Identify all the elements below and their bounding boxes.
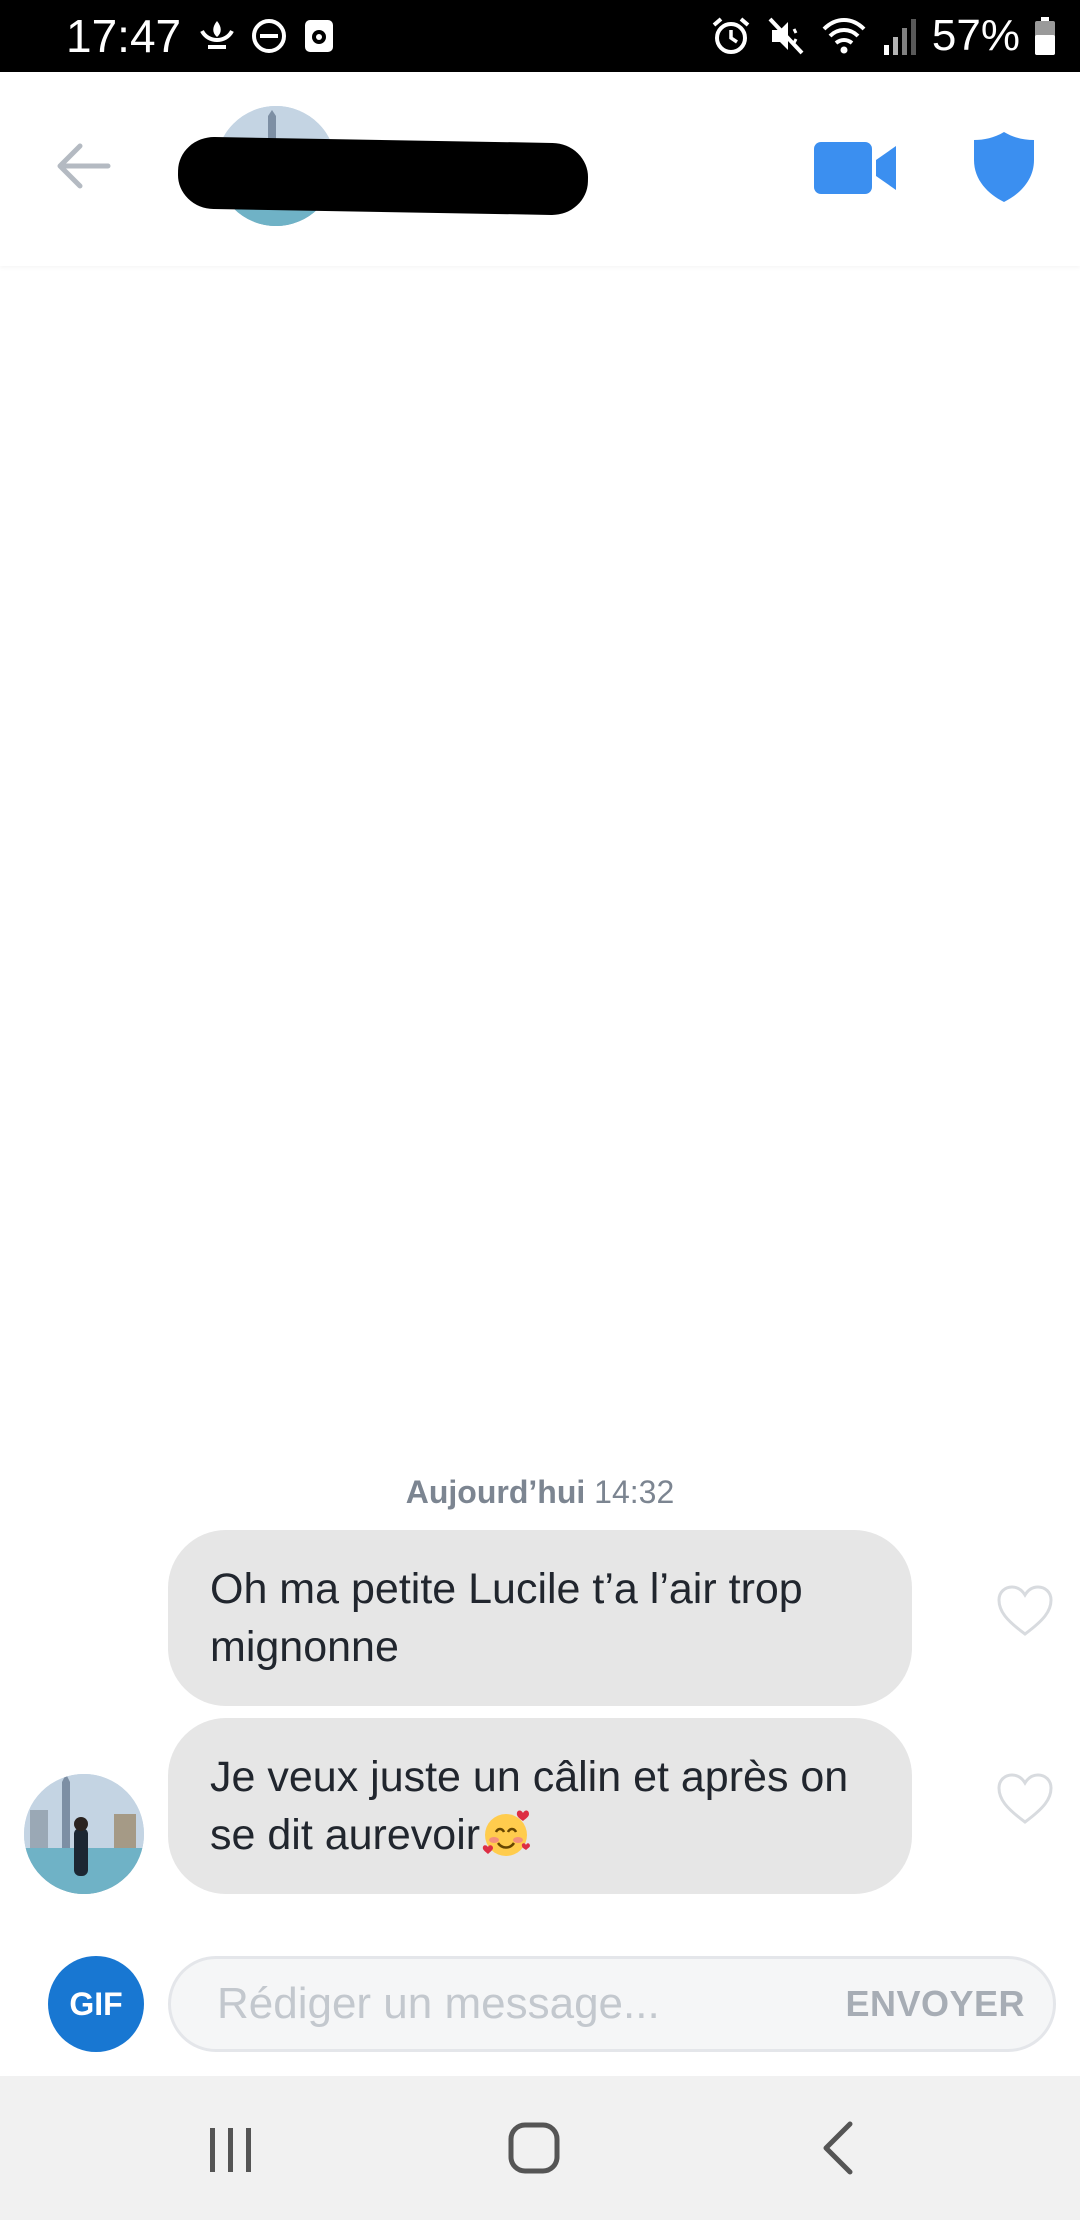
video-camera-icon bbox=[814, 142, 896, 194]
message-bubble[interactable]: Oh ma petite Lucile t’a l’air trop migno… bbox=[168, 1530, 912, 1706]
message-bubble[interactable]: Je veux juste un câlin et après on se di… bbox=[168, 1718, 912, 1894]
message-input-placeholder: Rédiger un message... bbox=[217, 1979, 660, 2028]
like-message-button[interactable] bbox=[996, 1584, 1054, 1638]
send-button[interactable]: ENVOYER bbox=[845, 1959, 1025, 2049]
safety-toolkit-button[interactable] bbox=[972, 130, 1036, 204]
like-message-button[interactable] bbox=[996, 1772, 1054, 1826]
conversation-timestamp: Aujourd’hui 14:32 bbox=[0, 1474, 1080, 1511]
back-button[interactable] bbox=[54, 136, 114, 196]
status-bar: 17:47 57% bbox=[0, 0, 1080, 72]
do-not-disturb-icon bbox=[252, 19, 286, 53]
avatar-photo bbox=[24, 1774, 144, 1894]
back-icon bbox=[823, 2121, 853, 2175]
alarm-icon bbox=[712, 17, 750, 54]
arrow-left-icon bbox=[57, 143, 111, 189]
smiling-face-with-hearts-emoji bbox=[482, 1810, 531, 1856]
gif-button[interactable]: GIF bbox=[48, 1956, 144, 2052]
battery-icon bbox=[1035, 17, 1055, 55]
name-redaction bbox=[177, 136, 589, 216]
status-left-icons bbox=[198, 16, 336, 56]
wifi-icon bbox=[822, 18, 866, 54]
battery-percentage: 57% bbox=[931, 11, 1020, 60]
heart-outline-icon bbox=[997, 1773, 1053, 1824]
shield-icon bbox=[974, 132, 1034, 202]
signal-icon bbox=[883, 19, 916, 55]
message-input[interactable]: Rédiger un message... ENVOYER bbox=[168, 1956, 1056, 2052]
timestamp-time: 14:32 bbox=[594, 1474, 675, 1510]
recents-icon bbox=[210, 2128, 251, 2172]
timestamp-day: Aujourd’hui bbox=[405, 1474, 586, 1510]
chat-screen: 17:47 57% Aujourd’hui 14:32 Oh ma petite… bbox=[0, 0, 1080, 2220]
recents-button[interactable] bbox=[206, 2126, 256, 2174]
screenshot-icon bbox=[305, 20, 333, 52]
home-button[interactable] bbox=[508, 2122, 560, 2174]
status-right-icons: 57% bbox=[710, 10, 1056, 62]
status-time: 17:47 bbox=[66, 10, 182, 62]
mute-icon bbox=[768, 17, 804, 55]
home-icon bbox=[508, 2122, 560, 2174]
video-call-button[interactable] bbox=[812, 134, 898, 202]
system-navigation-bar bbox=[0, 2076, 1080, 2220]
heart-outline-icon bbox=[997, 1585, 1053, 1636]
notification-icon bbox=[200, 21, 234, 49]
chat-header bbox=[0, 72, 1080, 266]
system-back-button[interactable] bbox=[820, 2120, 856, 2176]
sender-avatar[interactable] bbox=[24, 1774, 144, 1894]
message-text: Oh ma petite Lucile t’a l’air trop migno… bbox=[210, 1565, 803, 1671]
